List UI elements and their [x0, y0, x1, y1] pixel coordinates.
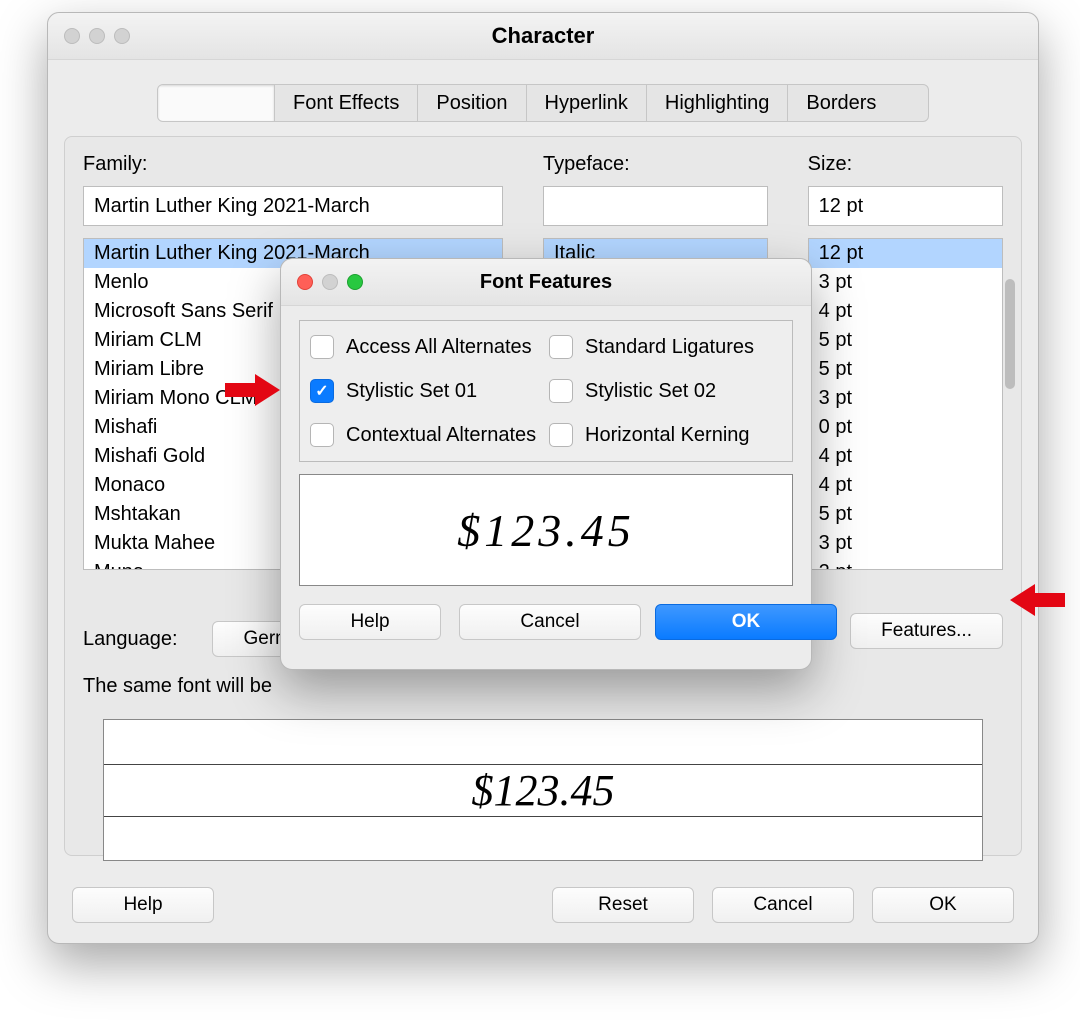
feature-checkbox-ss01[interactable]: Stylistic Set 01: [310, 379, 543, 403]
checkbox-icon: [549, 335, 573, 359]
feature-checkbox-liga[interactable]: Standard Ligatures: [549, 335, 782, 359]
ok-button[interactable]: OK: [872, 887, 1014, 923]
help-button[interactable]: Help: [299, 604, 441, 640]
tab-font-effects[interactable]: Font Effects: [275, 85, 418, 121]
window-title: Font Features: [281, 271, 811, 294]
list-item[interactable]: 2 pt: [809, 558, 1002, 570]
checkbox-icon: [310, 423, 334, 447]
size-label: Size:: [808, 153, 1003, 176]
annotation-arrow-icon: [225, 370, 280, 410]
tab-font[interactable]: [158, 85, 275, 121]
typeface-input[interactable]: [543, 186, 768, 226]
features-grid: Access All Alternates Standard Ligatures…: [299, 320, 793, 462]
list-item[interactable]: 5 pt: [809, 326, 1002, 355]
help-button[interactable]: Help: [72, 887, 214, 923]
scrollbar[interactable]: [1005, 279, 1015, 569]
tab-highlighting[interactable]: Highlighting: [647, 85, 789, 121]
list-item[interactable]: 4 pt: [809, 471, 1002, 500]
font-features-dialog: Font Features Access All Alternates Stan…: [280, 258, 812, 670]
checkbox-icon: [310, 379, 334, 403]
cancel-button[interactable]: Cancel: [712, 887, 854, 923]
footnote-text: The same font will be: [83, 675, 272, 698]
family-input[interactable]: Martin Luther King 2021-March: [83, 186, 503, 226]
ok-button[interactable]: OK: [655, 604, 837, 640]
cancel-button[interactable]: Cancel: [459, 604, 641, 640]
reset-button[interactable]: Reset: [552, 887, 694, 923]
features-button[interactable]: Features...: [850, 613, 1003, 649]
titlebar[interactable]: Font Features: [281, 259, 811, 306]
list-item[interactable]: 3 pt: [809, 529, 1002, 558]
list-item[interactable]: 12 pt: [809, 239, 1002, 268]
list-item[interactable]: 5 pt: [809, 500, 1002, 529]
checkbox-icon: [549, 379, 573, 403]
tab-position[interactable]: Position: [418, 85, 526, 121]
list-item[interactable]: 3 pt: [809, 384, 1002, 413]
font-preview: $123.45: [103, 719, 983, 861]
preview-text: $123.45: [104, 765, 982, 817]
list-item[interactable]: 4 pt: [809, 442, 1002, 471]
list-item[interactable]: 5 pt: [809, 355, 1002, 384]
titlebar[interactable]: Character: [48, 13, 1038, 60]
feature-preview: $123.45: [299, 474, 793, 586]
tab-hyperlink[interactable]: Hyperlink: [527, 85, 647, 121]
language-label: Language:: [83, 628, 178, 651]
typeface-label: Typeface:: [543, 153, 768, 176]
checkbox-icon: [549, 423, 573, 447]
tab-borders[interactable]: Borders: [788, 85, 894, 121]
window-title: Character: [48, 23, 1038, 49]
size-input[interactable]: 12 pt: [808, 186, 1003, 226]
list-item[interactable]: 3 pt: [809, 268, 1002, 297]
feature-checkbox-ss02[interactable]: Stylistic Set 02: [549, 379, 782, 403]
feature-checkbox-calt[interactable]: Contextual Alternates: [310, 423, 543, 447]
list-item[interactable]: 4 pt: [809, 297, 1002, 326]
size-list[interactable]: 12 pt 3 pt 4 pt 5 pt 5 pt 3 pt 0 pt 4 pt…: [808, 238, 1003, 570]
tab-bar: Font Effects Position Hyperlink Highligh…: [157, 84, 929, 122]
family-label: Family:: [83, 153, 503, 176]
checkbox-icon: [310, 335, 334, 359]
feature-checkbox-kern[interactable]: Horizontal Kerning: [549, 423, 782, 447]
annotation-arrow-icon: [1010, 580, 1065, 620]
feature-checkbox-aalt[interactable]: Access All Alternates: [310, 335, 543, 359]
list-item[interactable]: 0 pt: [809, 413, 1002, 442]
